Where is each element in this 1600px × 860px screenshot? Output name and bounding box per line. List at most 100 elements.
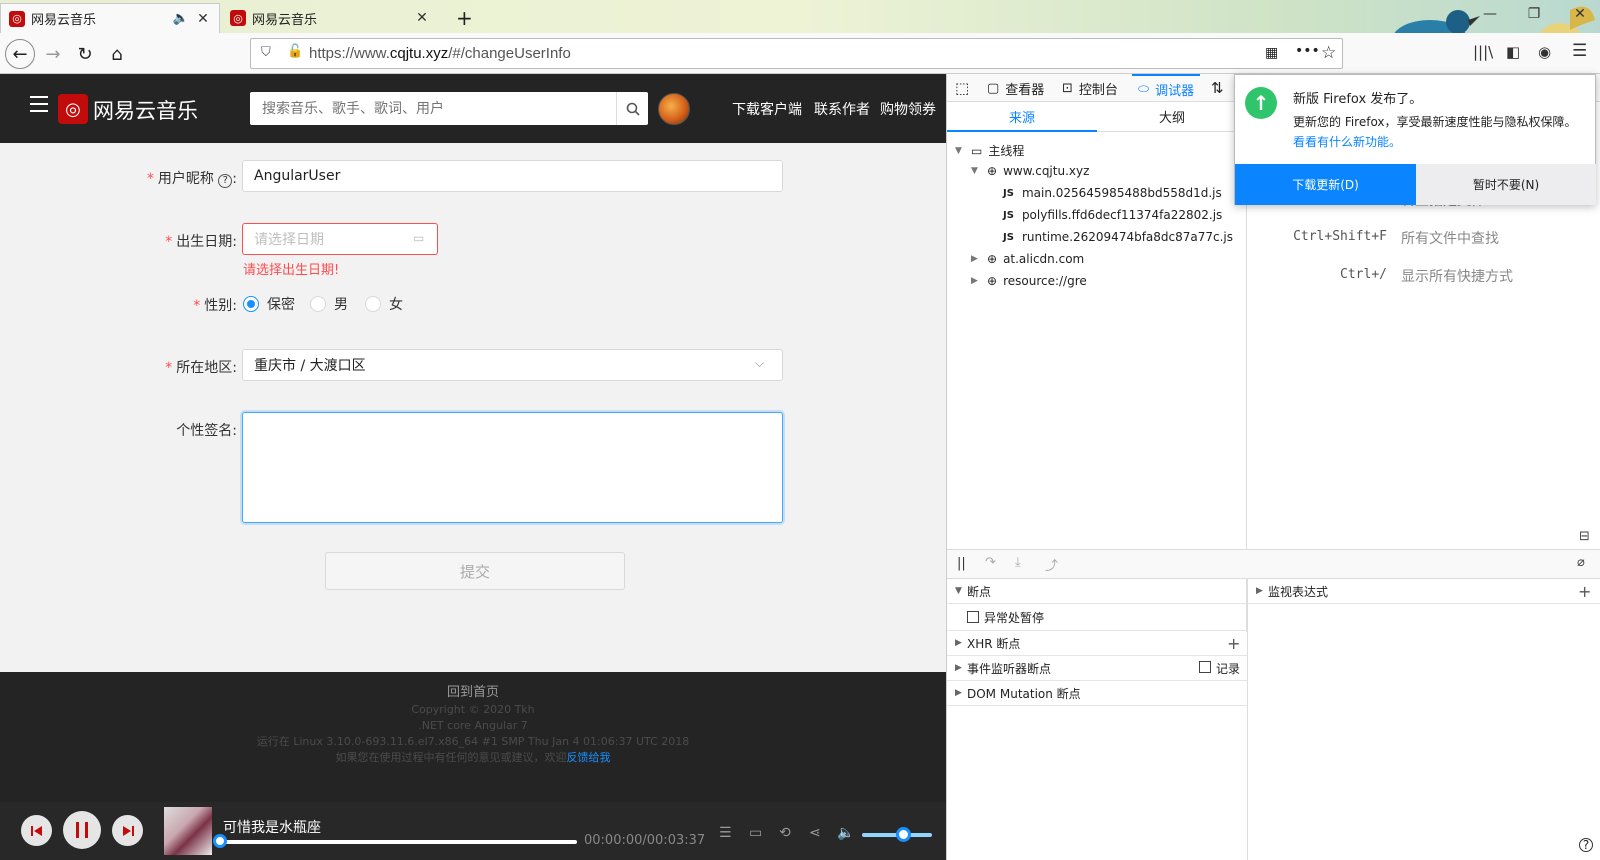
tree-file[interactable]: JS polyfills.ffd6decf11374fa22802.js <box>1003 208 1222 222</box>
tab-outline[interactable]: 大纲 <box>1097 102 1247 132</box>
help-icon[interactable]: ? <box>1579 838 1593 852</box>
shortcut-key: Ctrl+Shift+F <box>1293 229 1387 244</box>
header-link-download[interactable]: 下载客户端 <box>732 99 802 119</box>
account-icon[interactable]: ◉ <box>1538 43 1551 61</box>
site-search-input[interactable] <box>250 93 616 124</box>
gender-radio-secret[interactable]: 保密 <box>243 294 295 314</box>
next-track-icon[interactable] <box>112 815 143 846</box>
footer-feedback-link[interactable]: 反馈给我 <box>567 751 611 764</box>
star-bookmark-icon[interactable]: ☆ <box>1321 43 1336 63</box>
checkbox[interactable] <box>1199 660 1211 673</box>
new-tab-button[interactable]: + <box>448 3 478 33</box>
tree-host[interactable]: ▼ ⊕ www.cqjtu.xyz <box>971 164 1089 178</box>
share-icon[interactable]: ⋖ <box>809 825 821 841</box>
add-icon[interactable]: + <box>1227 634 1240 653</box>
playlist-icon[interactable]: ☰ <box>719 825 732 841</box>
pause-icon[interactable]: || <box>957 556 966 571</box>
whats-new-link[interactable]: 看看有什么新功能。 <box>1293 133 1401 150</box>
progress-bar[interactable] <box>219 840 577 844</box>
search-icon[interactable] <box>616 92 648 125</box>
birthday-picker[interactable]: 请选择日期 ▭ <box>242 223 438 255</box>
repeat-icon[interactable]: ⟲ <box>779 825 791 841</box>
network-icon[interactable]: ⇅ <box>1211 74 1224 102</box>
step-in-icon[interactable]: ⤓ <box>1015 555 1021 570</box>
shield-icon[interactable]: ⛉ <box>261 45 271 60</box>
site-logo-text[interactable]: 网易云音乐 <box>93 95 198 125</box>
download-update-button[interactable]: 下载更新(D) <box>1235 164 1416 205</box>
nickname-label: * 用户昵称 ?: <box>146 171 237 188</box>
radio-icon <box>365 296 381 312</box>
tree-host[interactable]: ▶ ⊕ at.alicdn.com <box>971 252 1084 266</box>
url-bar[interactable]: ⛉ 🔓 https://www.cqjtu.xyz/#/changeUserIn… <box>250 38 1343 69</box>
tree-host[interactable]: ▶ ⊕ resource://gre <box>971 274 1087 288</box>
collapsed-triangle-icon: ▶ <box>971 276 978 286</box>
folder-icon[interactable]: ▭ <box>749 825 762 841</box>
close-icon[interactable]: ✕ <box>414 10 430 26</box>
footer-home-link[interactable]: 回到首页 <box>0 684 946 702</box>
add-icon[interactable]: + <box>1578 582 1591 601</box>
album-cover[interactable] <box>164 807 212 855</box>
tab-debugger[interactable]: ⬭ 调试器 <box>1132 74 1201 102</box>
forward-arrow-icon[interactable]: → <box>38 39 68 69</box>
reload-icon[interactable]: ↻ <box>70 39 100 69</box>
calendar-icon[interactable]: ▭ <box>413 231 424 245</box>
step-out-icon[interactable]: ⤴ <box>1045 555 1058 574</box>
menu-hamburger-icon[interactable]: ☰ <box>1572 41 1587 61</box>
gender-radio-male[interactable]: 男 <box>310 294 348 314</box>
progress-knob[interactable] <box>213 834 227 848</box>
tree-main-thread[interactable]: ▼ ▭ 主线程 <box>955 142 1024 159</box>
gender-radio-female[interactable]: 女 <box>365 294 403 314</box>
xhr-breakpoints-section[interactable]: ▶ XHR 断点 + <box>947 631 1247 656</box>
pick-element-icon[interactable]: ⬚ <box>955 74 969 102</box>
breakpoints-section[interactable]: ▼ 断点 <box>947 579 1247 604</box>
lock-warning-icon[interactable]: 🔓 <box>287 44 303 59</box>
previous-track-icon[interactable] <box>21 815 52 846</box>
restore-button[interactable]: ❐ <box>1522 6 1546 22</box>
minimize-button[interactable]: — <box>1478 6 1502 22</box>
close-icon[interactable]: ✕ <box>195 11 211 27</box>
browser-tab-active[interactable]: ◎ 网易云音乐 🔈 ✕ <box>0 3 220 33</box>
speaker-icon[interactable]: 🔈 <box>173 11 189 26</box>
region-select[interactable]: 重庆市 / 大渡口区 ⌵ <box>242 349 783 381</box>
avatar[interactable] <box>658 93 690 125</box>
nickname-field[interactable]: AngularUser <box>242 160 783 192</box>
tab-inspector[interactable]: ▢ 查看器 <box>987 74 1044 102</box>
library-icon[interactable]: |||\ <box>1473 43 1493 61</box>
browser-tab[interactable]: ◎ 网易云音乐 ✕ <box>222 3 438 33</box>
pause-on-exceptions[interactable]: 异常处暂停 <box>947 604 1247 631</box>
close-window-button[interactable]: ✕ <box>1568 6 1592 22</box>
tab-title: 网易云音乐 <box>31 13 97 28</box>
help-icon[interactable]: ? <box>218 174 233 188</box>
volume-icon[interactable]: 🔈 <box>837 825 854 841</box>
sidebar-icon[interactable]: ◧ <box>1506 43 1520 61</box>
music-player: 可惜我是水瓶座 00:00:00/00:03:37 ☰ ▭ ⟲ ⋖ 🔈 <box>0 802 946 860</box>
tab-console[interactable]: ⊡ 控制台 <box>1062 74 1118 102</box>
header-link-shopping[interactable]: 购物领券 <box>880 99 936 119</box>
checkbox[interactable] <box>967 611 979 623</box>
signature-textarea[interactable] <box>242 412 783 523</box>
playback-time: 00:00:00/00:03:37 <box>584 833 706 848</box>
volume-knob[interactable] <box>896 827 911 842</box>
deactivate-breakpoints-icon[interactable]: ⌀ <box>1577 555 1585 570</box>
event-listener-breakpoints-section[interactable]: ▶ 事件监听器断点 记录 <box>947 656 1247 681</box>
qr-code-icon[interactable]: ▦ <box>1265 45 1278 61</box>
more-actions-icon[interactable]: ••• <box>1295 43 1320 59</box>
step-over-icon[interactable]: ↷ <box>985 555 996 570</box>
netease-logo-icon[interactable]: ◎ <box>58 94 88 124</box>
tab-sources[interactable]: 来源 <box>947 102 1097 132</box>
js-file-icon: JS <box>1003 209 1014 221</box>
tree-file[interactable]: JS runtime.26209474bfa8dc87a77c.js <box>1003 230 1233 244</box>
footer-feedback: 如果您在使用过程中有任何的意见或建议，欢迎反馈给我 <box>335 751 611 764</box>
submit-button[interactable]: 提交 <box>325 552 625 590</box>
dom-mutation-breakpoints-section[interactable]: ▶ DOM Mutation 断点 <box>947 681 1247 706</box>
tree-file[interactable]: JS main.025645985488bd558d1d.js <box>1003 186 1222 200</box>
header-link-contact[interactable]: 联系作者 <box>814 99 870 119</box>
home-icon[interactable]: ⌂ <box>102 39 132 69</box>
back-arrow-icon[interactable]: ← <box>5 39 35 69</box>
watch-expressions-section[interactable]: ▶ 监视表达式 + <box>1248 579 1600 604</box>
pause-icon[interactable] <box>63 811 101 849</box>
menu-icon[interactable] <box>30 96 48 112</box>
toggle-pane-icon[interactable]: ⊟ <box>1579 529 1590 544</box>
not-now-button[interactable]: 暂时不要(N) <box>1416 164 1596 205</box>
record-checkbox[interactable]: 记录 <box>1199 660 1240 677</box>
